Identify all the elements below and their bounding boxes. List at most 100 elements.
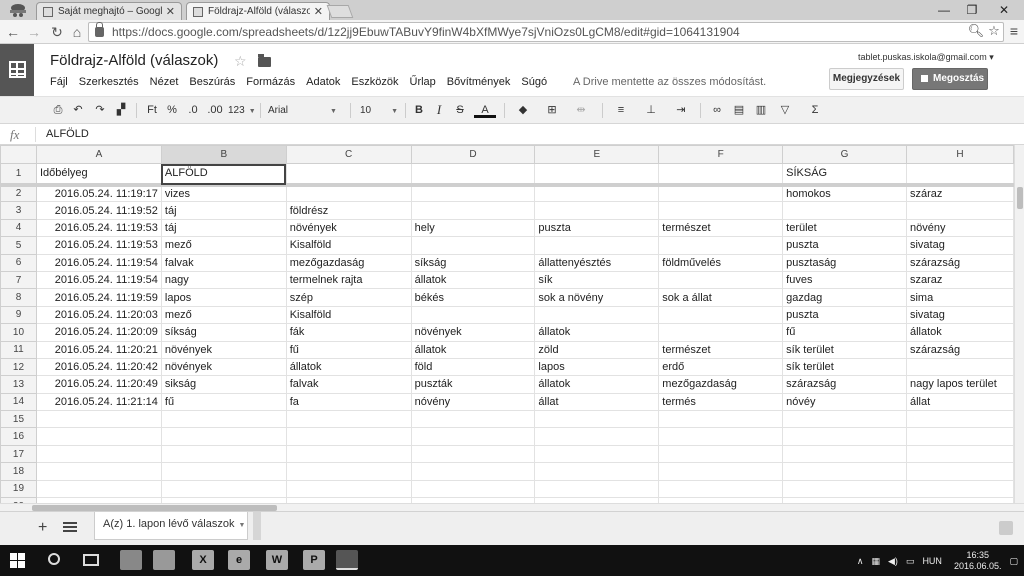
cell[interactable] bbox=[410, 305, 536, 325]
cell[interactable] bbox=[534, 305, 660, 325]
cell[interactable]: állatok bbox=[285, 357, 412, 377]
cell[interactable]: sík bbox=[534, 270, 660, 290]
search-icon[interactable]: 🔍︎ bbox=[967, 23, 985, 39]
share-button[interactable]: Megosztás bbox=[912, 68, 988, 90]
cell[interactable] bbox=[410, 163, 536, 187]
row-header[interactable]: 18 bbox=[0, 462, 37, 481]
cell[interactable]: nóvény bbox=[410, 392, 536, 412]
strikethrough-button[interactable]: S bbox=[453, 102, 467, 118]
url-bar[interactable]: https://docs.google.com/spreadsheets/d/1… bbox=[88, 22, 1004, 42]
row-header[interactable]: 5 bbox=[0, 236, 37, 255]
cell[interactable] bbox=[35, 444, 162, 464]
paint-format-icon[interactable]: ▞ bbox=[113, 102, 129, 118]
cell[interactable]: békés bbox=[410, 288, 536, 307]
cell[interactable]: erdő bbox=[658, 357, 784, 377]
cell[interactable] bbox=[782, 201, 907, 220]
bold-button[interactable]: B bbox=[412, 102, 426, 118]
row-header[interactable]: 11 bbox=[0, 340, 37, 359]
cell[interactable]: állatok bbox=[410, 270, 536, 290]
cell[interactable]: szárazság bbox=[905, 253, 1014, 272]
italic-button[interactable]: I bbox=[432, 102, 446, 118]
cell[interactable] bbox=[285, 444, 412, 464]
cell[interactable]: sík terület bbox=[782, 357, 907, 377]
menu-tools[interactable]: Eszközök bbox=[351, 76, 398, 88]
cell[interactable] bbox=[410, 462, 536, 481]
cell[interactable] bbox=[160, 410, 287, 429]
cell[interactable]: fa bbox=[285, 392, 412, 412]
cell[interactable] bbox=[410, 410, 536, 429]
new-tab-button[interactable] bbox=[326, 5, 354, 18]
cell[interactable] bbox=[534, 183, 660, 203]
tab-bar-resize-handle[interactable] bbox=[253, 512, 261, 540]
cell[interactable]: földrész bbox=[285, 201, 412, 220]
increase-decimal-button[interactable]: .00 bbox=[206, 102, 224, 118]
row-header[interactable]: 9 bbox=[0, 305, 37, 325]
word-icon[interactable]: W bbox=[266, 550, 288, 570]
cell[interactable] bbox=[658, 201, 784, 220]
vertical-align-icon[interactable]: ⊥ bbox=[640, 102, 662, 118]
cell[interactable] bbox=[160, 444, 287, 464]
cell[interactable]: növény bbox=[905, 218, 1014, 238]
notification-icon[interactable]: ▭ bbox=[906, 556, 915, 567]
cell[interactable]: földművelés bbox=[658, 253, 784, 272]
cell[interactable]: nagy bbox=[160, 270, 287, 290]
row-header[interactable]: 2 bbox=[0, 183, 37, 203]
comments-button[interactable]: Megjegyzések bbox=[829, 68, 904, 90]
cell[interactable]: 2016.05.24. 11:19:53 bbox=[35, 218, 162, 238]
cell[interactable] bbox=[658, 462, 784, 481]
cell[interactable]: szárazság bbox=[782, 375, 907, 394]
font-size-dropdown[interactable]: 10 ▼ bbox=[360, 102, 400, 119]
cell[interactable]: 2016.05.24. 11:21:14 bbox=[35, 392, 162, 412]
column-header-b[interactable]: B bbox=[160, 145, 287, 164]
cell[interactable]: 2016.05.24. 11:19:17 bbox=[35, 183, 162, 203]
row-header[interactable]: 8 bbox=[0, 288, 37, 307]
cell[interactable] bbox=[410, 479, 536, 499]
cell[interactable]: sok a állat bbox=[658, 288, 784, 307]
column-header-e[interactable]: E bbox=[534, 145, 660, 164]
menu-insert[interactable]: Beszúrás bbox=[189, 76, 235, 88]
cell[interactable]: SÍKSÁG bbox=[782, 163, 907, 187]
text-color-button[interactable]: A bbox=[474, 102, 496, 118]
cell[interactable] bbox=[160, 479, 287, 499]
cell[interactable]: sok a növény bbox=[534, 288, 660, 307]
text-wrap-icon[interactable]: ⇥ bbox=[670, 102, 692, 118]
cell[interactable]: 2016.05.24. 11:19:54 bbox=[35, 253, 162, 272]
cell[interactable]: természet bbox=[658, 218, 784, 238]
dropdown-arrow-icon[interactable]: ▼ bbox=[238, 522, 245, 529]
back-arrow-icon[interactable]: ← bbox=[4, 23, 22, 41]
column-header-d[interactable]: D bbox=[410, 145, 536, 164]
cell[interactable]: növények bbox=[160, 357, 287, 377]
insert-comment-icon[interactable]: ▤ bbox=[730, 102, 748, 118]
cell[interactable]: puszta bbox=[534, 218, 660, 238]
save-disk-icon[interactable] bbox=[153, 550, 175, 570]
cell[interactable]: fű bbox=[782, 323, 907, 342]
edge-icon[interactable]: e bbox=[228, 550, 250, 570]
cell[interactable]: pusztaság bbox=[782, 253, 907, 272]
close-window-button[interactable]: ✕ bbox=[990, 1, 1018, 19]
cell[interactable]: nagy lapos terület bbox=[905, 375, 1014, 394]
cell[interactable] bbox=[782, 444, 907, 464]
cell[interactable]: terület bbox=[782, 218, 907, 238]
vertical-scrollbar[interactable] bbox=[1014, 145, 1024, 503]
network-icon[interactable]: ▦ bbox=[871, 556, 880, 567]
cell[interactable] bbox=[658, 183, 784, 203]
cell[interactable]: homokos bbox=[782, 183, 907, 203]
row-header[interactable]: 7 bbox=[0, 270, 37, 290]
task-view-icon[interactable] bbox=[83, 554, 99, 566]
menu-view[interactable]: Nézet bbox=[150, 76, 179, 88]
cell[interactable] bbox=[160, 462, 287, 481]
cell[interactable]: mező bbox=[160, 305, 287, 325]
row-header[interactable]: 15 bbox=[0, 410, 37, 429]
search-icon[interactable] bbox=[48, 553, 60, 565]
select-all-corner[interactable] bbox=[0, 145, 37, 164]
row-header[interactable]: 19 bbox=[0, 479, 37, 499]
all-sheets-icon[interactable] bbox=[63, 522, 77, 534]
folder-icon[interactable] bbox=[258, 54, 271, 67]
cell[interactable]: 2016.05.24. 11:19:52 bbox=[35, 201, 162, 220]
cell[interactable] bbox=[905, 444, 1014, 464]
cell[interactable] bbox=[905, 462, 1014, 481]
cell[interactable]: szép bbox=[285, 288, 412, 307]
cell[interactable] bbox=[534, 444, 660, 464]
column-header-g[interactable]: G bbox=[782, 145, 907, 164]
cell[interactable]: növények bbox=[410, 323, 536, 342]
